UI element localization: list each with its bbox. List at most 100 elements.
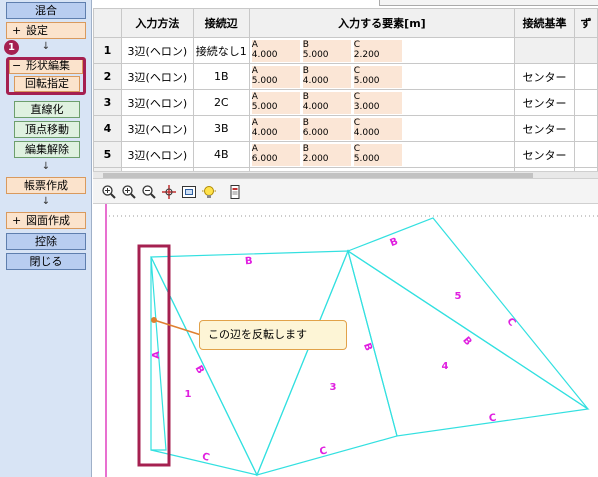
element-number: 5.000 bbox=[353, 75, 380, 86]
element-number: 4.000 bbox=[302, 101, 329, 112]
element-number: 4.000 bbox=[302, 75, 329, 86]
row-number[interactable]: 5 bbox=[93, 141, 122, 168]
edit-release-button[interactable]: 編集解除 bbox=[14, 141, 80, 158]
element-key: A bbox=[251, 65, 258, 76]
connect-base-cell[interactable]: センター bbox=[514, 63, 576, 90]
extra-cell[interactable] bbox=[574, 115, 598, 142]
elements-cell[interactable]: A 5.000 B 4.000 C 5.000 bbox=[248, 63, 516, 90]
element-value[interactable]: B 5.000 bbox=[302, 39, 351, 62]
connect-edge-cell[interactable]: 3B bbox=[192, 115, 250, 142]
connect-edge-cell[interactable]: 1B bbox=[192, 63, 250, 90]
drawing-canvas[interactable]: B A B 1 C 3 B C B 5 B 4 C C この辺を反転します bbox=[93, 204, 598, 477]
connect-base-cell[interactable] bbox=[514, 37, 576, 64]
table-row[interactable]: 5 3辺(ヘロン) 4B A 6.000 B 2.000 C 5.000 センター bbox=[93, 141, 598, 168]
print-icon[interactable] bbox=[227, 184, 243, 200]
input-method-cell[interactable]: 3辺(ヘロン) bbox=[120, 89, 194, 116]
element-value[interactable]: A 6.000 bbox=[251, 143, 300, 166]
close-button[interactable]: 閉じる bbox=[6, 253, 86, 270]
zoom-out-icon[interactable] bbox=[141, 184, 157, 200]
highlight-box bbox=[6, 57, 86, 95]
row-number[interactable]: 2 bbox=[93, 63, 122, 90]
element-value[interactable]: C 3.000 bbox=[353, 91, 402, 114]
elements-cell[interactable]: A 4.000 B 5.000 C 2.200 bbox=[248, 37, 516, 64]
element-number: 4.000 bbox=[353, 127, 380, 138]
input-method-cell[interactable]: 3辺(ヘロン) bbox=[120, 37, 194, 64]
element-value[interactable]: C 5.000 bbox=[353, 143, 402, 166]
element-key: C bbox=[353, 117, 361, 128]
header-input-method: 入力方法 bbox=[120, 8, 194, 38]
plus-icon: + bbox=[12, 24, 22, 37]
element-value[interactable]: C 5.000 bbox=[353, 65, 402, 88]
pan-icon[interactable] bbox=[161, 184, 177, 200]
element-value[interactable]: C 4.000 bbox=[353, 117, 402, 140]
element-value[interactable]: B 6.000 bbox=[302, 117, 351, 140]
element-key: B bbox=[302, 65, 309, 76]
row-number[interactable]: 3 bbox=[93, 89, 122, 116]
triangle-2 bbox=[150, 250, 349, 477]
elements-cell[interactable]: A 4.000 B 6.000 C 4.000 bbox=[248, 115, 516, 142]
fit-icon[interactable] bbox=[181, 184, 197, 200]
down-arrow-icon: ↓ bbox=[41, 161, 51, 172]
zoom-in-icon[interactable] bbox=[101, 184, 117, 200]
header-connect-edge: 接続辺 bbox=[192, 8, 250, 38]
plus-icon: + bbox=[12, 214, 22, 227]
extra-cell[interactable] bbox=[574, 37, 598, 64]
element-value[interactable]: C 2.200 bbox=[353, 39, 402, 62]
element-number: 6.000 bbox=[251, 153, 278, 164]
vertex-move-button[interactable]: 頂点移動 bbox=[14, 121, 80, 138]
top-field bbox=[379, 0, 598, 6]
element-value[interactable]: B 4.000 bbox=[302, 91, 351, 114]
label-4: 4 bbox=[442, 361, 449, 372]
connect-edge-cell[interactable]: 接続なし1 bbox=[192, 37, 250, 64]
element-key: C bbox=[353, 143, 361, 154]
straighten-button[interactable]: 直線化 bbox=[14, 101, 80, 118]
row-number[interactable]: 4 bbox=[93, 115, 122, 142]
elements-cell[interactable]: A 6.000 B 2.000 C 5.000 bbox=[248, 141, 516, 168]
connect-edge-cell[interactable]: 4B bbox=[192, 141, 250, 168]
element-value[interactable]: B 2.000 bbox=[302, 143, 351, 166]
extra-cell[interactable] bbox=[574, 63, 598, 90]
element-number: 4.000 bbox=[251, 127, 278, 138]
input-table: 入力方法 接続辺 入力する要素[m] 接続基準 ず 1 3辺(ヘロン) 接続なし1 A… bbox=[93, 8, 598, 178]
bulb-icon[interactable] bbox=[201, 184, 217, 200]
header-corner bbox=[93, 8, 122, 38]
element-key: B bbox=[302, 91, 309, 102]
element-key: A bbox=[251, 39, 258, 50]
connect-base-cell[interactable]: センター bbox=[514, 141, 576, 168]
mixed-button[interactable]: 混合 bbox=[6, 2, 86, 19]
table-row[interactable]: 3 3辺(ヘロン) 2C A 5.000 B 4.000 C 3.000 センター bbox=[93, 89, 598, 116]
row-number[interactable]: 1 bbox=[93, 37, 122, 64]
remove-button[interactable]: 控除 bbox=[6, 233, 86, 250]
elements-cell[interactable]: A 5.000 B 4.000 C 3.000 bbox=[248, 89, 516, 116]
element-value[interactable]: A 5.000 bbox=[251, 65, 300, 88]
table-row[interactable]: 4 3辺(ヘロン) 3B A 4.000 B 6.000 C 4.000 センター bbox=[93, 115, 598, 142]
label-b-left: B bbox=[192, 364, 205, 376]
input-table-area: 入力方法 接続辺 入力する要素[m] 接続基準 ず 1 3辺(ヘロン) 接続なし1 A… bbox=[93, 0, 598, 178]
extra-cell[interactable] bbox=[574, 89, 598, 116]
element-key: B bbox=[302, 39, 309, 50]
element-number: 5.000 bbox=[251, 75, 278, 86]
element-value[interactable]: A 4.000 bbox=[251, 117, 300, 140]
element-number: 4.000 bbox=[251, 49, 278, 60]
form-create-button[interactable]: 帳票作成 bbox=[6, 177, 86, 194]
settings-button[interactable]: + 設定 bbox=[6, 22, 86, 39]
connect-base-cell[interactable]: センター bbox=[514, 89, 576, 116]
callout-box: この辺を反転します bbox=[199, 320, 347, 350]
element-key: B bbox=[302, 143, 309, 154]
input-method-cell[interactable]: 3辺(ヘロン) bbox=[120, 115, 194, 142]
element-value[interactable]: A 4.000 bbox=[251, 39, 300, 62]
extra-cell[interactable] bbox=[574, 141, 598, 168]
connect-base-cell[interactable]: センター bbox=[514, 115, 576, 142]
input-method-cell[interactable]: 3辺(ヘロン) bbox=[120, 63, 194, 90]
header-extra: ず bbox=[574, 8, 598, 38]
input-method-cell[interactable]: 3辺(ヘロン) bbox=[120, 141, 194, 168]
label-b-right: B bbox=[460, 335, 473, 348]
table-row[interactable]: 1 3辺(ヘロン) 接続なし1 A 4.000 B 5.000 C 2.200 bbox=[93, 37, 598, 64]
drawing-create-button[interactable]: + 図面作成 bbox=[6, 212, 86, 229]
table-row[interactable]: 2 3辺(ヘロン) 1B A 5.000 B 4.000 C 5.000 センター bbox=[93, 63, 598, 90]
connect-edge-cell[interactable]: 2C bbox=[192, 89, 250, 116]
element-value[interactable]: A 5.000 bbox=[251, 91, 300, 114]
horizontal-scrollbar[interactable] bbox=[93, 171, 598, 178]
element-value[interactable]: B 4.000 bbox=[302, 65, 351, 88]
zoom-in-plus-icon[interactable] bbox=[121, 184, 137, 200]
